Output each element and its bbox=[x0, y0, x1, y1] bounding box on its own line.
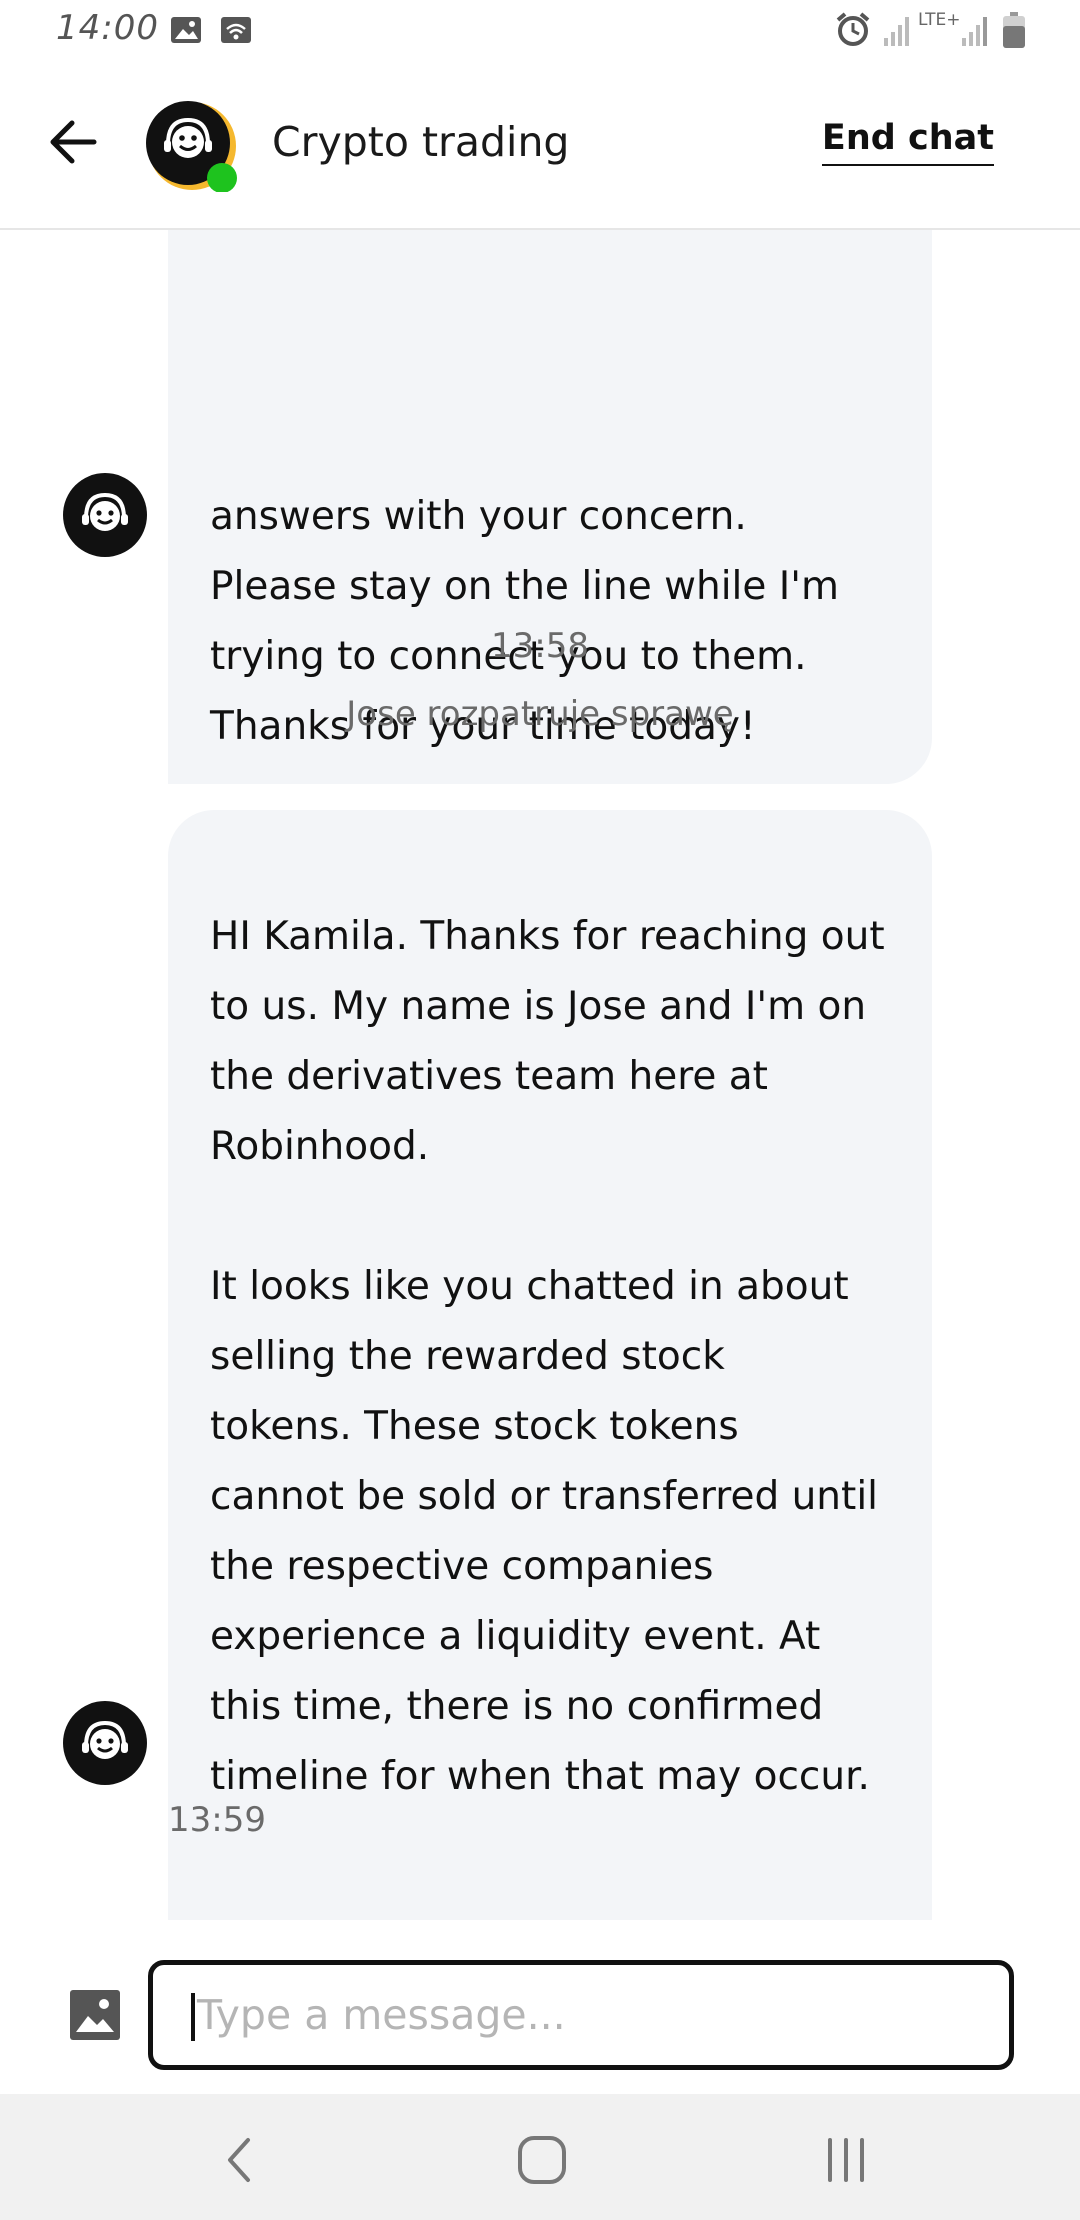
chat-title: Crypto trading bbox=[272, 118, 570, 166]
wifi-calling-icon bbox=[221, 17, 251, 43]
battery-icon bbox=[1003, 12, 1025, 48]
nav-back-icon[interactable] bbox=[210, 2130, 270, 2190]
bot-avatar-icon bbox=[146, 101, 237, 192]
status-time: 14:00 bbox=[56, 8, 159, 48]
nav-recents-icon[interactable] bbox=[816, 2130, 876, 2190]
signal-icon bbox=[884, 17, 909, 46]
message-input[interactable]: Type a message... bbox=[148, 1960, 1014, 2070]
system-timestamp: 13:58 bbox=[491, 626, 589, 666]
message-input-placeholder: Type a message... bbox=[197, 1991, 566, 2039]
text-caret bbox=[191, 1993, 195, 2041]
message-timestamp: 13:59 bbox=[168, 1800, 266, 1840]
back-arrow-icon[interactable] bbox=[44, 112, 104, 172]
online-indicator bbox=[207, 163, 237, 192]
message-list[interactable]: answers with your concern. Please stay o… bbox=[0, 230, 1080, 1920]
message-composer: Type a message... bbox=[0, 1930, 1080, 2090]
image-attach-icon[interactable] bbox=[70, 1990, 120, 2040]
agent-message-bubble: HI Kamila. Thanks for reaching out to us… bbox=[168, 810, 932, 1920]
alarm-icon bbox=[836, 12, 870, 46]
image-icon bbox=[171, 17, 201, 43]
message-text: HI Kamila. Thanks for reaching out to us… bbox=[210, 914, 885, 1799]
status-bar: 14:00 LTE+ bbox=[0, 0, 1080, 62]
agent-avatar-icon bbox=[63, 473, 147, 557]
end-chat-button[interactable]: End chat bbox=[821, 118, 994, 166]
agent-avatar-icon bbox=[63, 1701, 147, 1785]
system-notice: Jose rozpatruje sprawę bbox=[346, 694, 734, 734]
network-type-label: LTE+ bbox=[918, 10, 961, 30]
system-nav-bar bbox=[0, 2094, 1080, 2220]
nav-home-icon[interactable] bbox=[512, 2130, 572, 2190]
signal-icon bbox=[962, 17, 987, 46]
chat-header: Crypto trading End chat bbox=[0, 62, 1080, 230]
